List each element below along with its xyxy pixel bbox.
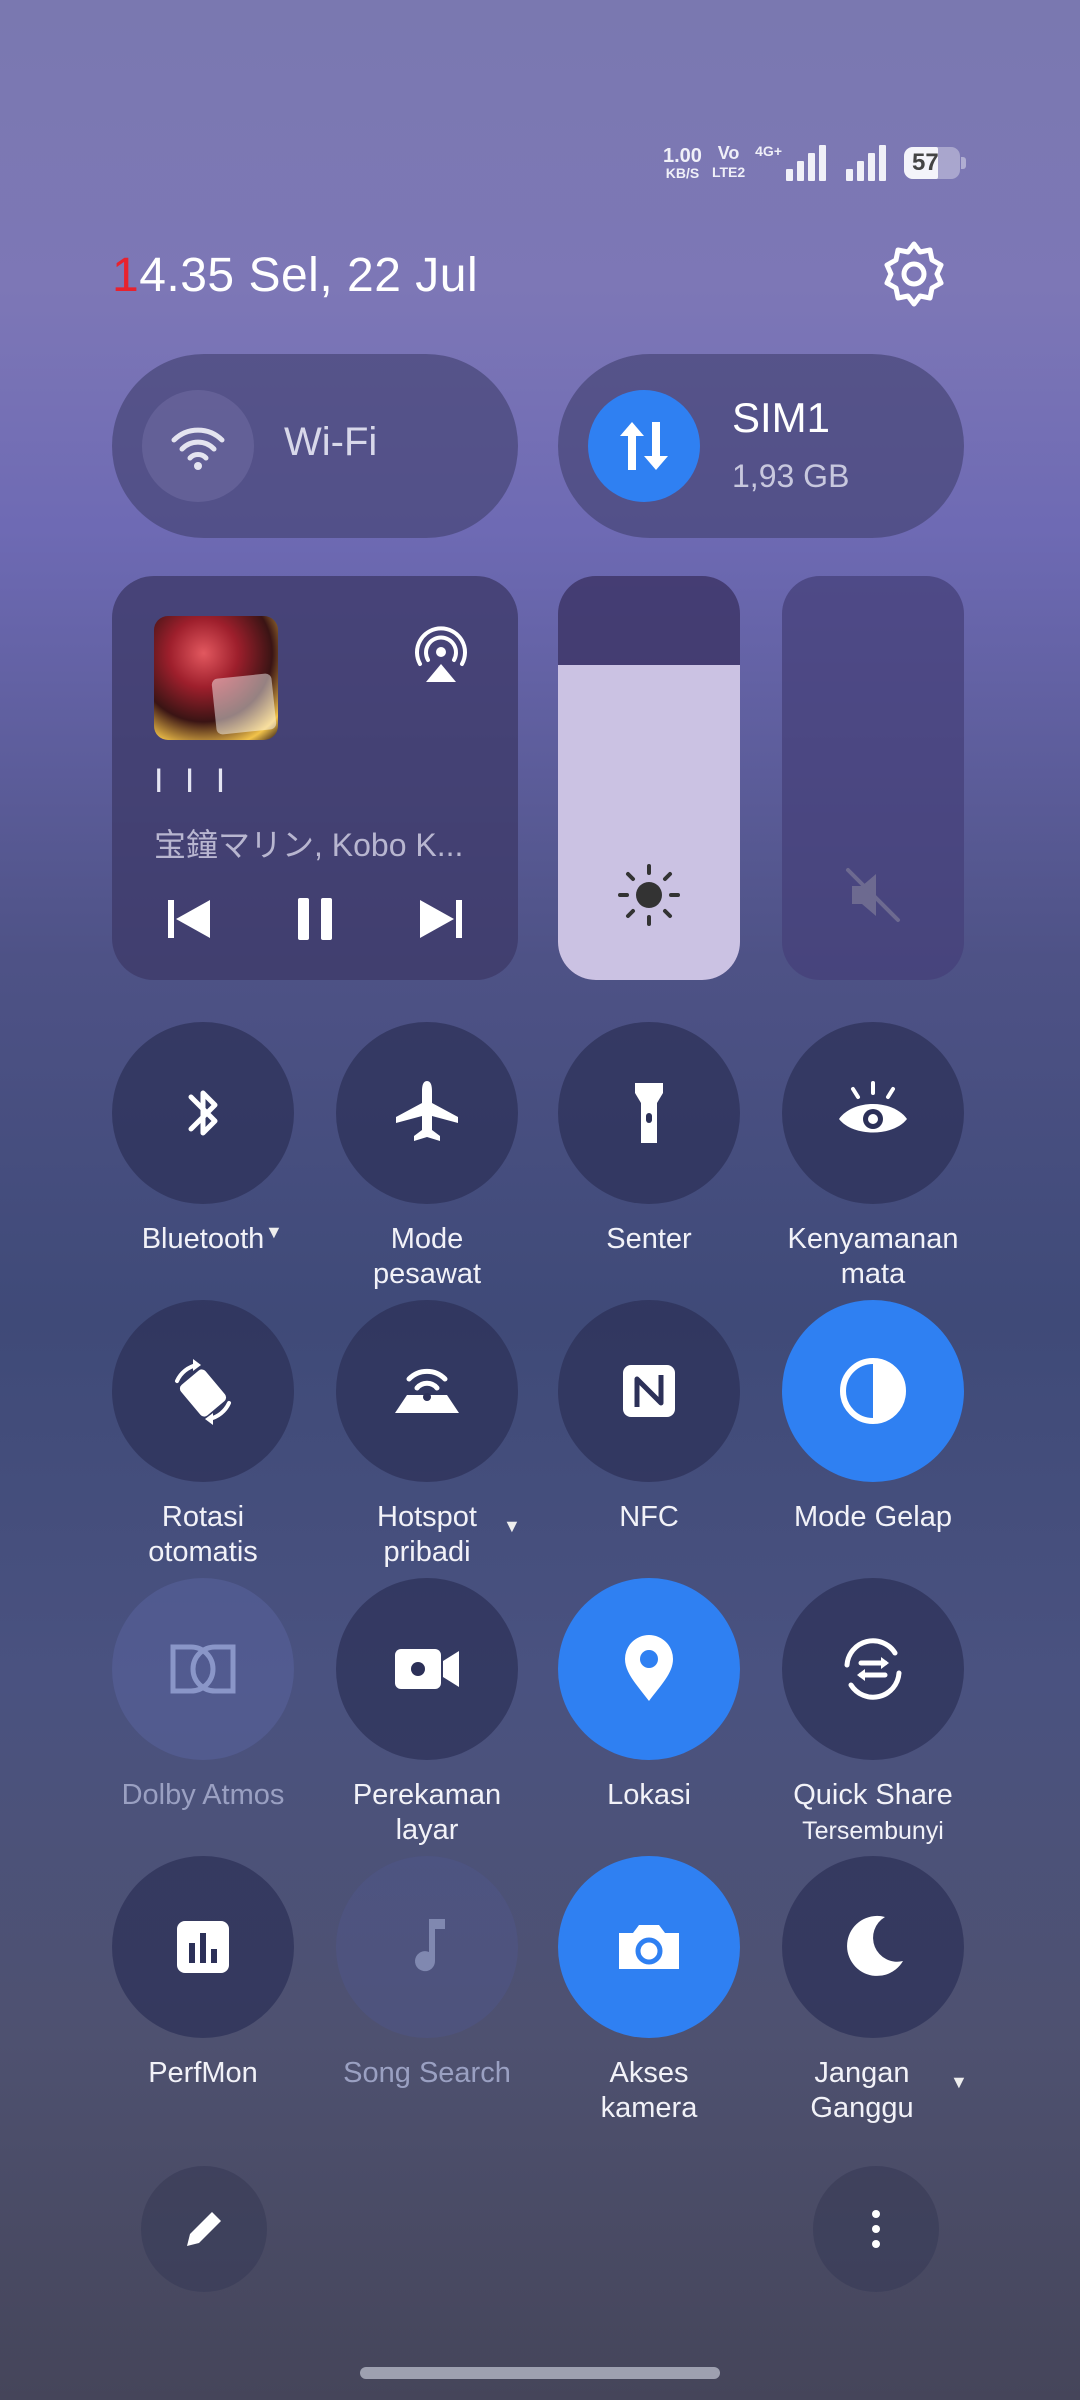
media-title: I I I xyxy=(154,762,232,800)
tile-quick-share[interactable]: Quick Share Tersembunyi xyxy=(782,1578,964,1849)
clock-time: 4.35 xyxy=(139,249,235,302)
next-icon[interactable] xyxy=(406,884,476,954)
volte-indicator: Vo LTE2 xyxy=(711,143,746,181)
rotate-label-2: otomatis xyxy=(148,1536,258,1568)
mobile-data-toggle[interactable]: SIM1 1,93 GB xyxy=(558,354,964,538)
date-label: Sel, 22 Jul xyxy=(248,249,479,302)
hotspot-label-2: pribadi xyxy=(383,1536,471,1568)
record-label-2: layar xyxy=(395,1814,459,1846)
tile-screen-record[interactable]: Perekaman layar xyxy=(336,1578,518,1848)
network-speed: 1.00 KB/S xyxy=(663,144,702,181)
tile-song-search[interactable]: Song Search xyxy=(336,1856,518,2091)
rotate-icon[interactable] xyxy=(112,1300,294,1482)
tile-do-not-disturb[interactable]: Jangan Ganggu xyxy=(782,1856,964,2126)
music-note-icon[interactable] xyxy=(336,1856,518,2038)
hotspot-label-1: Hotspot xyxy=(377,1501,477,1533)
settings-gear-icon[interactable] xyxy=(878,238,950,310)
home-indicator[interactable] xyxy=(360,2367,720,2379)
tile-dark-mode[interactable]: Mode Gelap xyxy=(782,1300,964,1535)
tile-nfc[interactable]: NFC xyxy=(558,1300,740,1535)
screen-record-icon[interactable] xyxy=(336,1578,518,1760)
pencil-icon xyxy=(187,2212,221,2246)
rotate-label-1: Rotasi xyxy=(161,1501,245,1533)
eye-label-1: Kenyamanan xyxy=(787,1223,959,1255)
dnd-label-2: Ganggu xyxy=(810,2092,914,2124)
dark-mode-label: Mode Gelap xyxy=(794,1501,952,1533)
more-icon xyxy=(872,2210,880,2248)
nfc-label: NFC xyxy=(619,1501,679,1533)
quick-share-status: Tersembunyi xyxy=(802,1817,944,1845)
wifi-icon xyxy=(142,390,254,502)
tile-camera-access[interactable]: Akses kamera xyxy=(558,1856,740,2126)
dolby-label: Dolby Atmos xyxy=(121,1779,285,1811)
dark-mode-icon[interactable] xyxy=(782,1300,964,1482)
eye-icon[interactable] xyxy=(782,1022,964,1204)
wifi-toggle[interactable]: Wi-Fi xyxy=(112,354,518,538)
pause-icon[interactable] xyxy=(280,884,350,954)
camera-icon[interactable] xyxy=(558,1856,740,2038)
location-icon[interactable] xyxy=(558,1578,740,1760)
tile-location[interactable]: Lokasi xyxy=(558,1578,740,1813)
network-type: 4G+ xyxy=(755,143,782,159)
media-artist: 宝鐘マリン, Kobo K... xyxy=(154,827,464,863)
sim-title: SIM1 xyxy=(732,394,831,441)
camera-label-1: Akses xyxy=(609,2057,689,2089)
dnd-label-1: Jangan xyxy=(814,2057,910,2089)
brightness-slider[interactable] xyxy=(558,576,740,980)
record-label-1: Perekaman xyxy=(352,1779,502,1811)
tile-perfmon[interactable]: PerfMon xyxy=(112,1856,294,2091)
tile-dolby[interactable]: Dolby Atmos xyxy=(112,1578,294,1813)
brightness-icon xyxy=(614,860,684,930)
status-bar: 1.00 KB/S Vo LTE2 4G+ 57 xyxy=(663,138,966,188)
dnd-caret-icon[interactable]: ▼ xyxy=(950,2072,968,2093)
signal-sim1-icon xyxy=(786,145,826,181)
more-button[interactable] xyxy=(813,2166,939,2292)
song-search-label: Song Search xyxy=(343,2057,511,2089)
tile-auto-rotate[interactable]: Rotasi otomatis xyxy=(112,1300,294,1570)
hotspot-caret-icon[interactable]: ▼ xyxy=(503,1516,521,1537)
mute-icon xyxy=(838,860,908,930)
wifi-label: Wi-Fi xyxy=(284,420,378,464)
bluetooth-icon[interactable] xyxy=(112,1022,294,1204)
quick-share-icon[interactable] xyxy=(782,1578,964,1760)
volume-slider[interactable] xyxy=(782,576,964,980)
tile-flashlight[interactable]: Senter xyxy=(558,1022,740,1257)
eye-label-2: mata xyxy=(840,1258,906,1290)
bluetooth-caret-icon[interactable]: ▼ xyxy=(265,1222,283,1243)
cast-icon[interactable] xyxy=(406,620,476,690)
clock-date[interactable]: 14.35 Sel, 22 Jul xyxy=(112,248,478,303)
album-art xyxy=(154,616,278,740)
airplane-label-2: pesawat xyxy=(372,1258,481,1290)
camera-label-2: kamera xyxy=(600,2092,698,2124)
dolby-icon[interactable] xyxy=(112,1578,294,1760)
clock-first-digit: 1 xyxy=(112,249,140,302)
airplane-icon[interactable] xyxy=(336,1022,518,1204)
signal-sim2-icon xyxy=(846,145,886,181)
sim-usage: 1,93 GB xyxy=(732,458,850,494)
location-label: Lokasi xyxy=(607,1779,691,1811)
battery-icon: 57 xyxy=(904,147,966,179)
tile-airplane[interactable]: Mode pesawat xyxy=(336,1022,518,1292)
perfmon-label: PerfMon xyxy=(148,2057,258,2089)
flashlight-icon[interactable] xyxy=(558,1022,740,1204)
airplane-label-1: Mode xyxy=(390,1223,464,1255)
perfmon-icon[interactable] xyxy=(112,1856,294,2038)
quick-share-label: Quick Share xyxy=(793,1779,953,1811)
brightness-fill xyxy=(558,664,740,980)
flashlight-label: Senter xyxy=(606,1223,692,1255)
media-player[interactable]: I I I 宝鐘マリン, Kobo K... xyxy=(112,576,518,980)
hotspot-icon[interactable] xyxy=(336,1300,518,1482)
nfc-icon[interactable] xyxy=(558,1300,740,1482)
data-icon xyxy=(588,390,700,502)
previous-icon[interactable] xyxy=(154,884,224,954)
edit-button[interactable] xyxy=(141,2166,267,2292)
moon-icon[interactable] xyxy=(782,1856,964,2038)
tile-hotspot[interactable]: Hotspot pribadi xyxy=(336,1300,518,1570)
tile-eye-comfort[interactable]: Kenyamanan mata xyxy=(782,1022,964,1292)
